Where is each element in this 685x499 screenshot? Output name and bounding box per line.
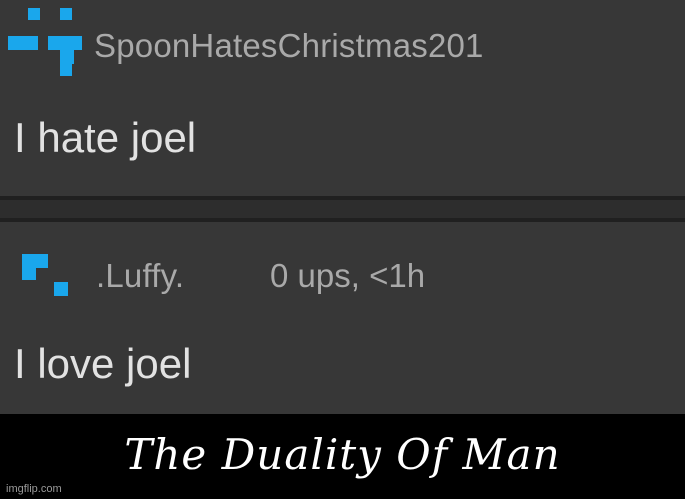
comment-meta: 0 ups, <1h (270, 257, 426, 294)
pixel-avatar-icon[interactable] (8, 6, 84, 82)
comment-1: SpoonHatesChristmas201 I hate joel (0, 0, 685, 196)
pixel-avatar-icon[interactable] (22, 252, 72, 298)
watermark: imgflip.com (6, 483, 62, 495)
meme-caption: The Duality Of Man (124, 430, 561, 479)
comment-text: I love joel (14, 340, 192, 387)
comment-2: .Luffy. 0 ups, <1h I love joel (0, 222, 685, 414)
comment-username[interactable]: .Luffy. (96, 256, 184, 296)
comment-text: I hate joel (14, 114, 197, 161)
divider-line (0, 196, 685, 200)
comment-username[interactable]: SpoonHatesChristmas201 (94, 26, 484, 66)
caption-bar: The Duality Of Man imgflip.com (0, 414, 685, 499)
